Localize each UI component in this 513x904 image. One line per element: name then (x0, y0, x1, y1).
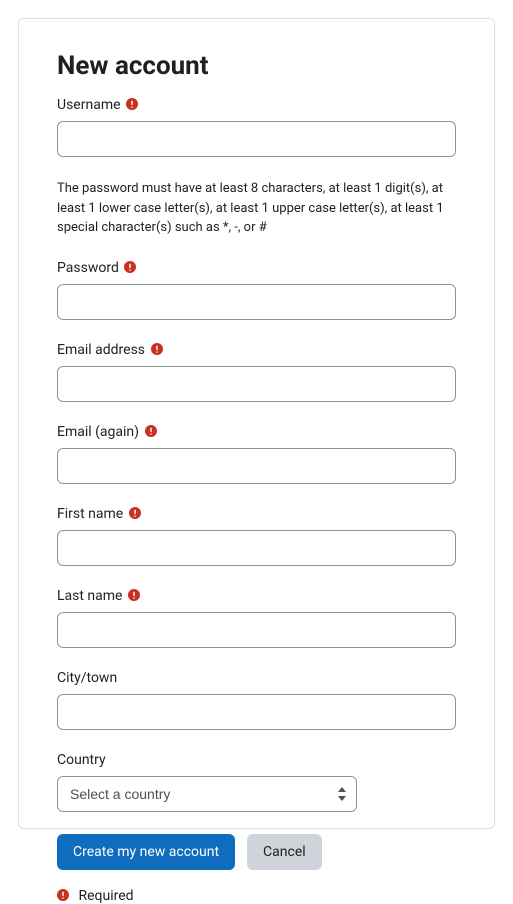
city-label-text: City/town (57, 670, 117, 686)
country-select-wrap: Select a country (57, 776, 357, 812)
first-name-label-text: First name (57, 506, 123, 522)
first-name-input[interactable] (57, 530, 456, 566)
submit-button[interactable]: Create my new account (57, 834, 235, 870)
email-again-input[interactable] (57, 448, 456, 484)
field-country: Country Select a country (57, 752, 456, 812)
required-note: Required (57, 888, 456, 904)
country-label: Country (57, 752, 456, 768)
field-username: Username (57, 97, 456, 157)
field-city: City/town (57, 670, 456, 730)
country-select[interactable]: Select a country (57, 776, 357, 812)
last-name-input[interactable] (57, 612, 456, 648)
city-input[interactable] (57, 694, 456, 730)
required-icon (151, 343, 163, 355)
field-first-name: First name (57, 506, 456, 566)
field-password: Password (57, 260, 456, 320)
required-icon (129, 507, 141, 519)
page-title: New account (57, 51, 456, 81)
city-label: City/town (57, 670, 456, 686)
first-name-label: First name (57, 506, 456, 522)
required-icon (128, 589, 140, 601)
password-label-text: Password (57, 260, 119, 276)
last-name-label: Last name (57, 588, 456, 604)
cancel-button[interactable]: Cancel (247, 834, 322, 870)
required-icon (57, 889, 69, 901)
signup-card: New account Username The password must h… (18, 18, 495, 829)
email-label: Email address (57, 342, 456, 358)
username-label-text: Username (57, 97, 121, 113)
username-input[interactable] (57, 121, 456, 157)
email-input[interactable] (57, 366, 456, 402)
required-icon (126, 98, 138, 110)
email-again-label-text: Email (again) (57, 424, 139, 440)
required-icon (145, 425, 157, 437)
required-note-text: Required (78, 888, 133, 904)
required-icon (124, 261, 136, 273)
country-label-text: Country (57, 752, 106, 768)
password-label: Password (57, 260, 456, 276)
field-email-again: Email (again) (57, 424, 456, 484)
field-last-name: Last name (57, 588, 456, 648)
username-label: Username (57, 97, 456, 113)
email-label-text: Email address (57, 342, 145, 358)
button-row: Create my new account Cancel (57, 834, 456, 870)
password-policy-text: The password must have at least 8 charac… (57, 179, 456, 238)
password-input[interactable] (57, 284, 456, 320)
email-again-label: Email (again) (57, 424, 456, 440)
last-name-label-text: Last name (57, 588, 122, 604)
field-email: Email address (57, 342, 456, 402)
